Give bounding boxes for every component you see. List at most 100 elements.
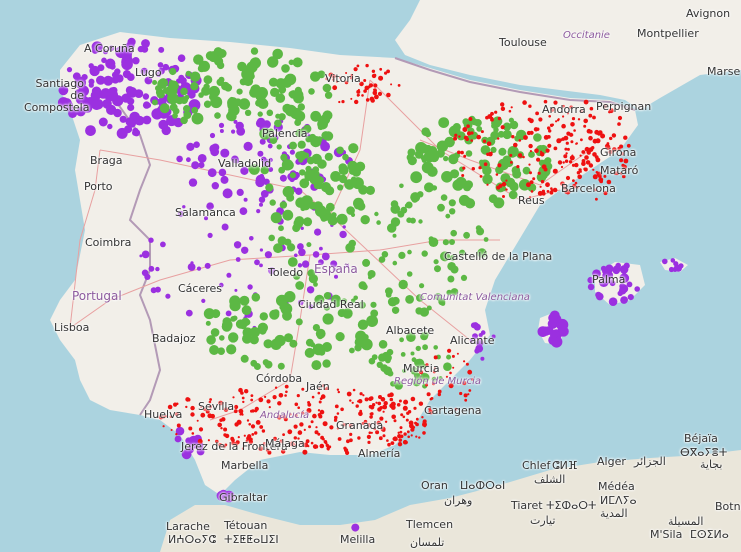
map-point[interactable] — [239, 207, 248, 216]
map-point[interactable] — [522, 100, 527, 105]
map-point[interactable] — [336, 412, 340, 415]
map-point[interactable] — [426, 305, 432, 311]
map-point[interactable] — [563, 135, 569, 141]
map-point[interactable] — [479, 159, 484, 165]
map-point[interactable] — [233, 241, 242, 249]
map-point[interactable] — [238, 408, 244, 414]
map-point[interactable] — [124, 125, 133, 134]
map-point[interactable] — [565, 152, 568, 155]
map-point[interactable] — [500, 106, 506, 112]
map-point[interactable] — [330, 212, 337, 218]
map-point[interactable] — [361, 94, 364, 97]
map-point[interactable] — [203, 75, 213, 85]
map-point[interactable] — [349, 432, 353, 436]
map-point[interactable] — [369, 405, 375, 410]
map-point[interactable] — [193, 54, 204, 65]
map-point[interactable] — [97, 64, 105, 72]
map-point[interactable] — [462, 127, 466, 131]
map-point[interactable] — [191, 106, 199, 114]
map-point[interactable] — [225, 310, 232, 317]
map-point[interactable] — [310, 441, 314, 445]
map-point[interactable] — [623, 158, 629, 164]
map-point[interactable] — [571, 154, 574, 157]
map-point[interactable] — [325, 202, 335, 212]
map-point[interactable] — [355, 404, 359, 408]
map-point[interactable] — [398, 438, 403, 442]
map-point[interactable] — [191, 161, 200, 170]
map-point[interactable] — [402, 405, 408, 411]
map-point[interactable] — [505, 188, 508, 191]
map-point[interactable] — [278, 225, 284, 232]
map-point[interactable] — [433, 259, 439, 265]
map-point[interactable] — [237, 436, 240, 439]
map-point[interactable] — [406, 271, 413, 277]
map-point[interactable] — [219, 129, 224, 133]
map-point[interactable] — [241, 305, 252, 316]
map-point[interactable] — [528, 143, 533, 149]
map-point[interactable] — [281, 64, 290, 73]
map-point[interactable] — [448, 199, 456, 207]
map-point[interactable] — [454, 133, 458, 137]
map-point[interactable] — [541, 172, 548, 179]
map-point[interactable] — [446, 354, 452, 360]
map-point[interactable] — [321, 131, 331, 141]
map-point[interactable] — [185, 405, 188, 409]
map-point[interactable] — [557, 118, 560, 121]
map-point[interactable] — [445, 213, 451, 219]
map-point[interactable] — [391, 414, 397, 420]
map-point[interactable] — [168, 80, 175, 86]
map-point[interactable] — [606, 142, 610, 145]
map-point[interactable] — [337, 437, 342, 441]
map-point[interactable] — [198, 162, 205, 169]
map-point[interactable] — [297, 406, 301, 410]
map-point[interactable] — [509, 120, 519, 130]
map-point[interactable] — [250, 398, 254, 402]
map-point[interactable] — [422, 431, 426, 435]
map-point[interactable] — [281, 159, 294, 171]
map-point[interactable] — [308, 88, 315, 95]
map-point[interactable] — [346, 439, 350, 444]
map-point[interactable] — [363, 79, 367, 82]
map-point[interactable] — [369, 396, 374, 401]
map-point[interactable] — [413, 406, 417, 410]
map-point[interactable] — [452, 366, 455, 369]
map-point[interactable] — [213, 148, 219, 154]
map-point[interactable] — [306, 242, 312, 248]
map-point[interactable] — [581, 161, 586, 166]
map-point[interactable] — [297, 140, 306, 149]
map-point[interactable] — [236, 88, 243, 95]
map-point[interactable] — [405, 442, 408, 445]
map-point[interactable] — [482, 174, 493, 185]
map-point[interactable] — [165, 293, 171, 299]
map-point[interactable] — [548, 313, 558, 323]
map-point[interactable] — [575, 142, 578, 145]
map-point[interactable] — [588, 113, 593, 118]
map-point[interactable] — [668, 266, 675, 273]
map-point[interactable] — [250, 409, 253, 413]
map-point[interactable] — [566, 131, 569, 135]
map-point[interactable] — [399, 430, 403, 434]
map-point[interactable] — [390, 441, 395, 445]
map-point[interactable] — [190, 71, 201, 82]
map-point[interactable] — [563, 154, 568, 159]
map-point[interactable] — [277, 401, 282, 406]
map-point[interactable] — [370, 301, 377, 308]
map-point[interactable] — [528, 163, 531, 166]
map-point[interactable] — [349, 347, 355, 354]
map-point[interactable] — [319, 246, 323, 251]
map-point[interactable] — [259, 248, 263, 252]
map-point[interactable] — [368, 357, 376, 365]
map-point[interactable] — [494, 110, 498, 114]
map-point[interactable] — [175, 433, 178, 436]
map-point[interactable] — [518, 139, 522, 142]
map-point[interactable] — [249, 236, 254, 241]
map-point[interactable] — [377, 401, 382, 406]
map-point[interactable] — [399, 183, 404, 189]
map-point[interactable] — [363, 89, 367, 93]
map-point[interactable] — [198, 427, 204, 432]
map-point[interactable] — [113, 108, 122, 118]
map-point[interactable] — [549, 123, 554, 128]
map-point[interactable] — [184, 94, 190, 101]
map-point[interactable] — [483, 237, 489, 242]
map-point[interactable] — [410, 351, 415, 356]
